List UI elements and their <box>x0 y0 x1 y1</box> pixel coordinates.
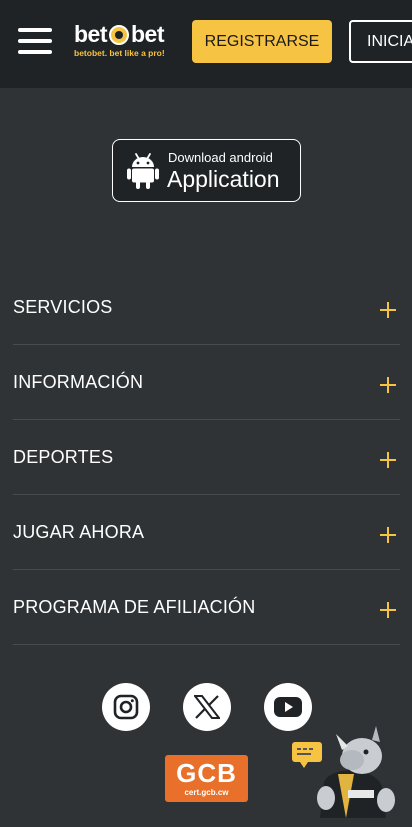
footer-accordion-menu: SERVICIOS INFORMACIÓN DEPORTES JUGAR AHO… <box>13 270 400 645</box>
plus-icon[interactable] <box>380 302 396 318</box>
top-header: bet bet betobet. bet like a pro! REGISTR… <box>0 0 412 88</box>
android-icon <box>127 153 159 189</box>
logo-text-left: bet <box>74 21 108 47</box>
login-button[interactable]: INICIAR <box>349 20 412 63</box>
download-big-text: Application <box>167 166 280 192</box>
plus-icon[interactable] <box>380 452 396 468</box>
plus-icon[interactable] <box>380 527 396 543</box>
plus-icon[interactable] <box>380 377 396 393</box>
x-icon <box>194 695 220 719</box>
logo-tagline: betobet. bet like a pro! <box>74 48 165 58</box>
hamburger-menu-icon[interactable] <box>18 28 52 54</box>
instagram-icon <box>113 694 139 720</box>
gcb-title: GCB <box>176 758 237 788</box>
gcb-subtitle: cert.gcb.cw <box>184 788 229 797</box>
betobet-logo[interactable]: bet bet betobet. bet like a pro! <box>74 22 178 62</box>
accordion-label: SERVICIOS <box>13 296 113 317</box>
rhino-mascot-chat-icon[interactable] <box>290 720 400 820</box>
accordion-label: INFORMACIÓN <box>13 371 144 392</box>
x-link[interactable] <box>183 683 231 731</box>
accordion-item-informacion[interactable]: INFORMACIÓN <box>13 345 400 420</box>
logo-text-right: bet <box>131 21 165 47</box>
accordion-label: JUGAR AHORA <box>13 521 145 542</box>
register-button[interactable]: REGISTRARSE <box>192 20 332 63</box>
accordion-item-deportes[interactable]: DEPORTES <box>13 420 400 495</box>
accordion-item-jugar-ahora[interactable]: JUGAR AHORA <box>13 495 400 570</box>
logo-ball-icon <box>109 25 129 45</box>
accordion-item-programa-de-afiliacion[interactable]: PROGRAMA DE AFILIACIÓN <box>13 570 400 645</box>
download-android-app-button[interactable]: Download android Application <box>112 139 301 202</box>
page: bet bet betobet. bet like a pro! REGISTR… <box>0 0 412 827</box>
accordion-label: PROGRAMA DE AFILIACIÓN <box>13 596 256 617</box>
gcb-license-badge[interactable]: GCB cert.gcb.cw <box>165 755 248 802</box>
accordion-label: DEPORTES <box>13 446 114 467</box>
youtube-icon <box>274 697 302 717</box>
plus-icon[interactable] <box>380 602 396 618</box>
download-small-text: Download android <box>168 150 273 165</box>
instagram-link[interactable] <box>102 683 150 731</box>
accordion-item-servicios[interactable]: SERVICIOS <box>13 270 400 345</box>
